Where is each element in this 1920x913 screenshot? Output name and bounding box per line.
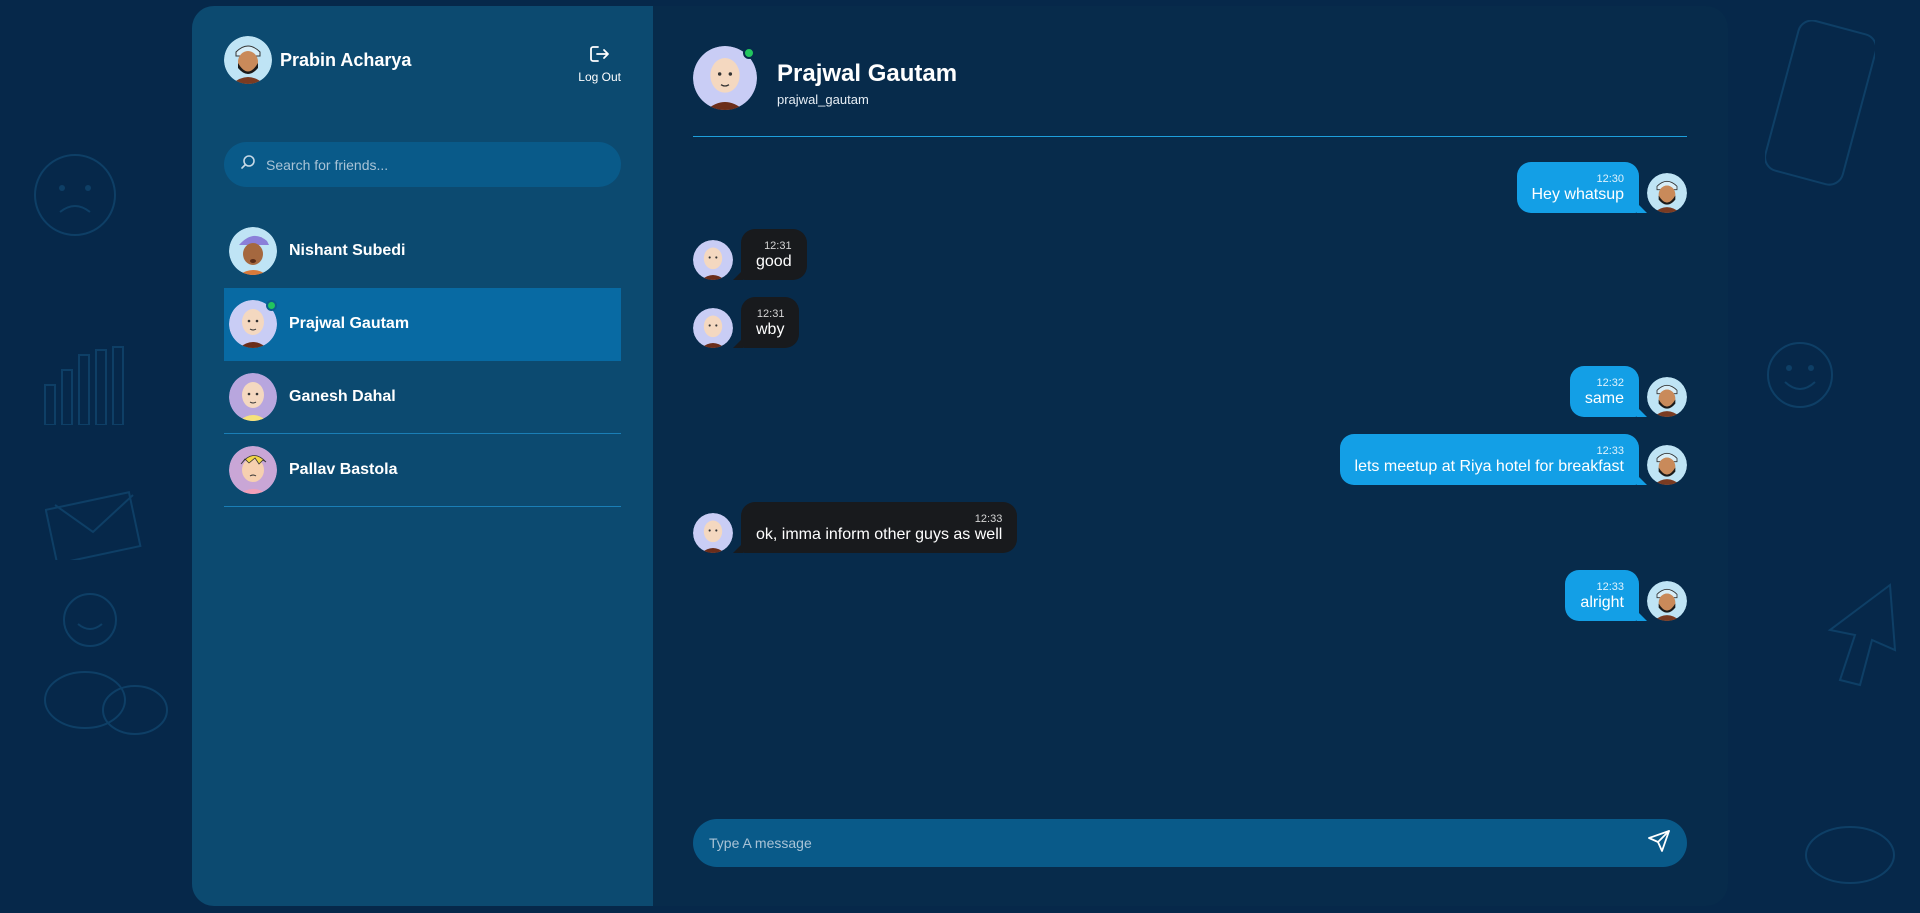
message-text: ok, imma inform other guys as well xyxy=(756,526,1003,543)
search-input[interactable] xyxy=(266,156,605,173)
message-sent: 12:33 alright xyxy=(1565,570,1687,621)
message-bubble: 12:32 same xyxy=(1569,366,1648,417)
message-bubble: 12:33 alright xyxy=(1565,570,1647,621)
bar-chart-doodle-icon xyxy=(44,346,124,425)
friend-name: Pallav Bastola xyxy=(289,461,398,478)
message-received: 12:31 wby xyxy=(693,297,800,348)
message-sent: 12:33 lets meetup at Riya hotel for brea… xyxy=(1339,434,1687,485)
cursor-arrow-doodle-icon xyxy=(1827,583,1897,687)
message-received: 12:31 good xyxy=(693,229,807,280)
message-text: wby xyxy=(756,321,785,338)
search-box[interactable] xyxy=(224,142,621,187)
bearded-man-avatar xyxy=(1647,173,1687,213)
chat-app-window: Prabin Acharya Log Out Search for friend… xyxy=(192,6,1728,906)
chat-contact-username: prajwal_gautam xyxy=(777,92,869,107)
smiley-bubble-doodle-icon xyxy=(63,593,117,647)
blonde-man-avatar xyxy=(229,446,277,494)
message-time: 12:33 xyxy=(1596,445,1624,457)
message-text: same xyxy=(1584,390,1624,407)
bald-man-avatar xyxy=(693,513,733,553)
sidebar: Prabin Acharya Log Out Search for friend… xyxy=(192,6,653,906)
heart-bubble-doodle-icon xyxy=(1805,826,1895,884)
bald-man-avatar xyxy=(693,308,733,348)
message-sent: 12:32 same xyxy=(1569,366,1687,417)
logout-icon xyxy=(589,44,611,67)
friend-item-ganesh-dahal[interactable]: Ganesh Dahal xyxy=(224,361,621,434)
bald-man-avatar xyxy=(229,373,277,421)
bald-man-avatar xyxy=(693,240,733,280)
message-text: lets meetup at Riya hotel for breakfast xyxy=(1354,458,1624,475)
smiley-doodle-icon xyxy=(1767,342,1833,408)
message-bubble: 12:31 wby xyxy=(732,297,800,348)
message-text: alright xyxy=(1580,594,1624,611)
send-button[interactable] xyxy=(1647,829,1671,858)
message-time: 12:32 xyxy=(1596,377,1624,389)
message-bubble: 12:33 lets meetup at Riya hotel for brea… xyxy=(1339,434,1648,485)
phone-doodle-icon xyxy=(1765,20,1875,186)
logout-label: Log Out xyxy=(578,70,621,84)
message-time: 12:33 xyxy=(974,513,1003,525)
current-user-profile: Prabin Acharya xyxy=(224,36,411,84)
message-sent: 12:30 Hey whatsup xyxy=(1516,162,1687,213)
message-time: 12:31 xyxy=(756,308,785,320)
online-status-dot xyxy=(743,47,755,59)
message-input[interactable] xyxy=(709,835,1647,851)
chat-panel: Prajwal Gautam prajwal_gautam 12:30 Hey … xyxy=(653,6,1728,906)
friend-name: Prajwal Gautam xyxy=(289,315,410,332)
friend-name: Nishant Subedi xyxy=(289,242,406,259)
message-time: 12:33 xyxy=(1596,581,1624,593)
send-icon xyxy=(1647,829,1671,858)
purple-cap-avatar xyxy=(229,227,277,275)
friend-item-pallav-bastola[interactable]: Pallav Bastola xyxy=(224,434,621,507)
chat-bubbles-doodle-icon xyxy=(44,671,168,735)
bald-man-avatar xyxy=(693,46,757,110)
bearded-man-avatar xyxy=(1647,445,1687,485)
message-text: Hey whatsup xyxy=(1531,186,1625,203)
message-received: 12:33 ok, imma inform other guys as well xyxy=(693,502,1018,553)
envelope-doodle-icon xyxy=(45,491,142,560)
message-bubble: 12:31 good xyxy=(733,229,807,280)
sad-face-doodle-icon xyxy=(34,154,116,236)
chat-contact-info: Prajwal Gautam prajwal_gautam xyxy=(777,46,957,107)
message-composer xyxy=(693,819,1687,867)
bearded-man-avatar xyxy=(1647,581,1687,621)
friend-item-prajwal-gautam[interactable]: Prajwal Gautam xyxy=(224,288,621,361)
logout-button[interactable]: Log Out xyxy=(578,44,621,84)
bearded-man-avatar xyxy=(1647,377,1687,417)
message-time: 12:31 xyxy=(764,240,792,252)
friends-list: Nishant Subedi Prajwal Gautam Ganesh Dah… xyxy=(224,215,621,507)
bald-man-avatar xyxy=(229,300,277,348)
chat-contact-name: Prajwal Gautam xyxy=(777,60,958,87)
message-time: 12:30 xyxy=(1596,173,1624,185)
message-bubble: 12:33 ok, imma inform other guys as well xyxy=(732,502,1018,553)
search-icon xyxy=(240,154,256,175)
chat-header: Prajwal Gautam prajwal_gautam xyxy=(693,46,1687,137)
message-bubble: 12:30 Hey whatsup xyxy=(1516,162,1647,213)
current-user-name: Prabin Acharya xyxy=(280,49,412,70)
online-status-dot xyxy=(266,300,277,311)
friend-item-nishant-subedi[interactable]: Nishant Subedi xyxy=(224,215,621,288)
bearded-man-avatar xyxy=(224,36,272,84)
message-text: good xyxy=(756,253,792,270)
friend-name: Ganesh Dahal xyxy=(289,388,396,405)
